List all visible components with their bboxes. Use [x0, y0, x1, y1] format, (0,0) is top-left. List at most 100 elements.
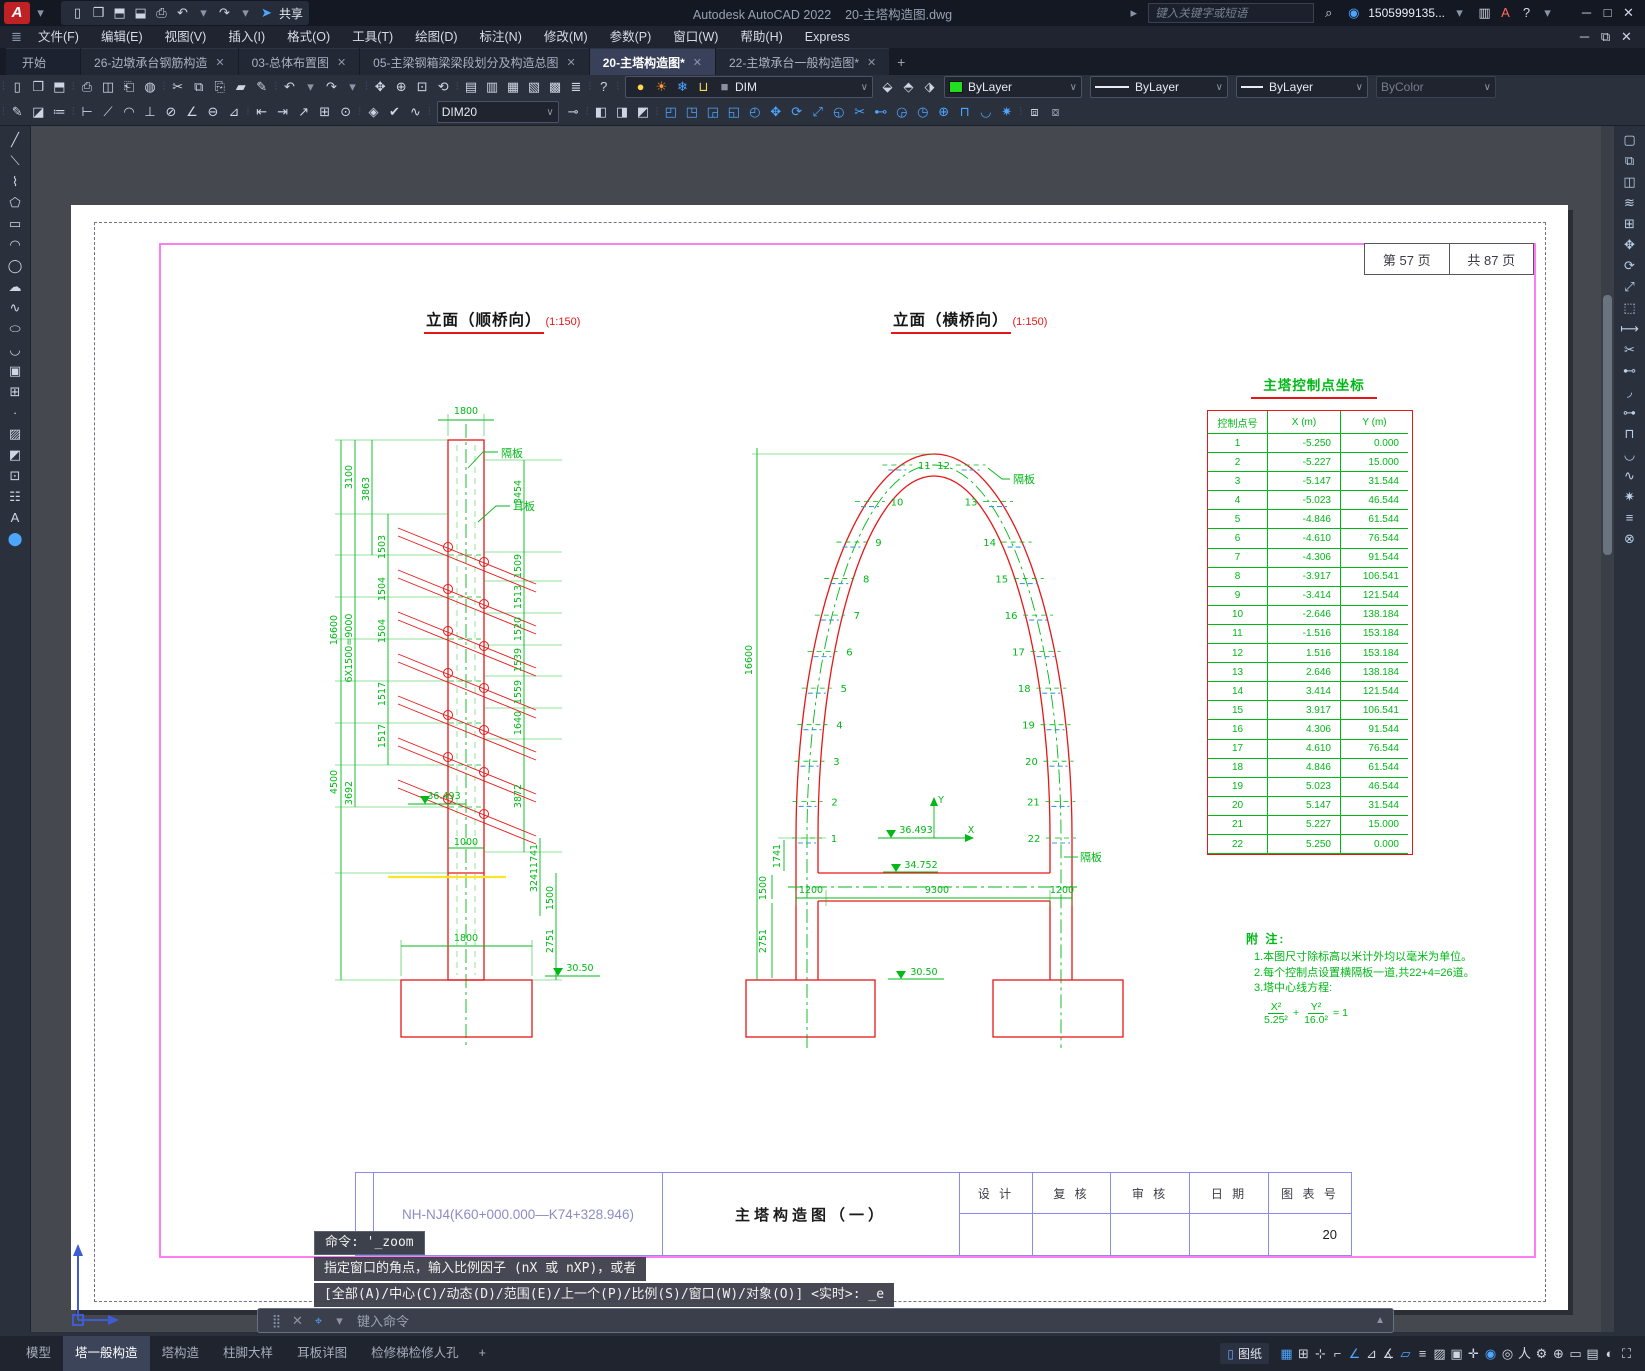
menu-item[interactable]: 修改(M)	[533, 26, 599, 48]
undo-icon[interactable]: ↶	[279, 76, 300, 98]
new-layout-tab-button[interactable]: +	[471, 1336, 494, 1371]
arc-tool-icon[interactable]: ◠	[5, 234, 26, 255]
help-chevron-icon[interactable]: ▾	[1537, 2, 1558, 24]
match-properties-icon[interactable]: ▰	[230, 76, 251, 98]
zoom-realtime-icon[interactable]: ⊕	[391, 76, 412, 98]
polyline-tool-icon[interactable]: ⌇	[5, 171, 26, 192]
drawing-tab[interactable]: 05-主梁钢箱梁梁段划分及构造总图 ✕	[360, 48, 589, 75]
zoom-window-icon[interactable]: ⊡	[412, 76, 433, 98]
tool-palettes-icon[interactable]: ≣	[566, 76, 587, 98]
minimize-icon[interactable]: ─	[1576, 2, 1597, 24]
layer-unlock-icon[interactable]: ⊔	[693, 76, 714, 98]
fillet-mod-icon[interactable]: ◡	[1619, 444, 1640, 465]
dim-ordinate-icon[interactable]: ⊥	[140, 101, 161, 123]
trim-mod-icon[interactable]: ✂	[1619, 339, 1640, 360]
paper-space-button[interactable]: ▯ 图纸	[1220, 1343, 1269, 1364]
scrollbar-thumb[interactable]	[1603, 295, 1612, 555]
layer-color-swatch-icon[interactable]: ■	[714, 76, 735, 98]
cmd-close-icon[interactable]: ✕	[287, 1310, 308, 1332]
plot-icon[interactable]: ⎙	[77, 76, 98, 98]
dim-baseline-icon[interactable]: ⇤	[251, 101, 272, 123]
dim-linear-icon[interactable]: ⊢	[77, 101, 98, 123]
copy-clip-icon[interactable]: ⧉	[188, 76, 209, 98]
grid-icon[interactable]: ▦	[1278, 1343, 1295, 1365]
search-input[interactable]: 键入关键字或短语	[1148, 3, 1315, 23]
object-snap-tracking-icon[interactable]: ∡	[1380, 1343, 1397, 1365]
zoom-previous-icon[interactable]: ⟲	[433, 76, 454, 98]
menu-item[interactable]: 标注(N)	[469, 26, 533, 48]
menu-item[interactable]: 工具(T)	[341, 26, 404, 48]
polygon-tool-icon[interactable]: ⬠	[5, 192, 26, 213]
drawing-tab[interactable]: 26-边墩承台钢筋构造 ✕	[81, 48, 238, 75]
close-icon[interactable]: ✕	[1618, 2, 1639, 24]
explode-icon[interactable]: ✷	[996, 101, 1017, 123]
menu-item[interactable]: 参数(P)	[599, 26, 663, 48]
named-view-icon[interactable]: ◨	[612, 101, 633, 123]
user-chevron-icon[interactable]: ▾	[1449, 2, 1470, 24]
search-icon[interactable]: ⌕	[1318, 2, 1339, 24]
cmd-customize-icon[interactable]: ⌖	[308, 1310, 329, 1332]
edit-block-icon[interactable]: ✎	[251, 76, 272, 98]
file-save-icon[interactable]: ⬒	[49, 76, 70, 98]
line-tool-icon[interactable]: ╱	[5, 129, 26, 150]
extend-icon[interactable]: ⊷	[870, 101, 891, 123]
share-plane-icon[interactable]: ➤	[256, 2, 277, 24]
autoscale-icon[interactable]: ◎	[1499, 1343, 1516, 1365]
rectangle-tool-icon[interactable]: ▭	[5, 213, 26, 234]
break-point-mod-icon[interactable]: ◞	[1619, 381, 1640, 402]
qat-plot-icon[interactable]: ⎙	[151, 2, 172, 24]
menu-item[interactable]: 文件(F)	[27, 26, 90, 48]
undo-chevron-icon[interactable]: ▾	[300, 76, 321, 98]
doc-restore-icon[interactable]: ⧉	[1595, 26, 1616, 48]
overkill-mod-icon[interactable]: ⊗	[1619, 528, 1640, 549]
copy-mod-icon[interactable]: ⧉	[1619, 150, 1640, 171]
dim-angular-icon[interactable]: ∠	[182, 101, 203, 123]
layout-tab[interactable]: 检修梯检修人孔	[359, 1336, 471, 1371]
rotate-icon[interactable]: ⟳	[786, 101, 807, 123]
explode-mod-icon[interactable]: ✷	[1619, 486, 1640, 507]
erase-mod-icon[interactable]: ▢	[1619, 129, 1640, 150]
qat-new-icon[interactable]: ▯	[67, 2, 88, 24]
publish-icon[interactable]: ⎗	[119, 76, 140, 98]
ellipse-arc-tool-icon[interactable]: ◡	[5, 339, 26, 360]
layer-properties-icon[interactable]: ▤	[461, 76, 482, 98]
layout-tab[interactable]: 柱脚大样	[211, 1336, 285, 1371]
cmd-recent-chevron-icon[interactable]: ▾	[329, 1310, 350, 1332]
tab-close-icon[interactable]: ✕	[693, 56, 702, 69]
command-input-bar[interactable]: ⣿ ✕ ⌖ ▾ 键入命令 ▲	[257, 1308, 1394, 1333]
maximize-icon[interactable]: □	[1597, 2, 1618, 24]
app-menu-chevron-icon[interactable]: ▾	[30, 2, 51, 24]
point-cloud-icon[interactable]: ⧈	[1024, 101, 1045, 123]
dim-arc-length-icon[interactable]: ◠	[119, 101, 140, 123]
annotation-monitor-icon[interactable]: ⊕	[1550, 1343, 1567, 1365]
extend-mod-icon[interactable]: ⊷	[1619, 360, 1640, 381]
move-mod-icon[interactable]: ✥	[1619, 234, 1640, 255]
menu-item[interactable]: 视图(V)	[154, 26, 218, 48]
make-block-icon[interactable]: ⊞	[5, 381, 26, 402]
lengthen-mod-icon[interactable]: ⟼	[1619, 318, 1640, 339]
menu-item[interactable]: 绘图(D)	[404, 26, 468, 48]
gradient-tool-icon[interactable]: ◩	[5, 444, 26, 465]
quick-leader-icon[interactable]: ↗	[293, 101, 314, 123]
mirror-icon[interactable]: ◲	[702, 101, 723, 123]
units-icon[interactable]: ▭	[1567, 1343, 1584, 1365]
autodesk-app-icon[interactable]: A	[1495, 2, 1516, 24]
dim-edit-icon[interactable]: ✎	[7, 101, 28, 123]
scale-icon[interactable]: ⤢	[807, 101, 828, 123]
scale-mod-icon[interactable]: ⤢	[1619, 276, 1640, 297]
menu-item[interactable]: 编辑(E)	[90, 26, 154, 48]
dim-continue-icon[interactable]: ⇥	[272, 101, 293, 123]
drawing-tab[interactable]: 22-主墩承台一般构造图* ✕	[715, 48, 890, 75]
region-tool-icon[interactable]: ⊡	[5, 465, 26, 486]
object-snap-icon[interactable]: ▱	[1397, 1343, 1414, 1365]
snap-icon[interactable]: ⊞	[1295, 1343, 1312, 1365]
layer-make-current-icon[interactable]: ⬙	[877, 76, 898, 98]
share-button[interactable]: 共享	[279, 5, 303, 22]
layer-on-bulb-icon[interactable]: ●	[630, 76, 651, 98]
clean-screen-icon[interactable]: ⛶	[1618, 1343, 1635, 1365]
dim-diameter-icon[interactable]: ⊖	[203, 101, 224, 123]
annotation-visibility-icon[interactable]: ◉	[1482, 1343, 1499, 1365]
view-3d-icon[interactable]: ◩	[633, 101, 654, 123]
file-new-icon[interactable]: ▯	[7, 76, 28, 98]
layout-tab[interactable]: 模型	[14, 1336, 63, 1371]
